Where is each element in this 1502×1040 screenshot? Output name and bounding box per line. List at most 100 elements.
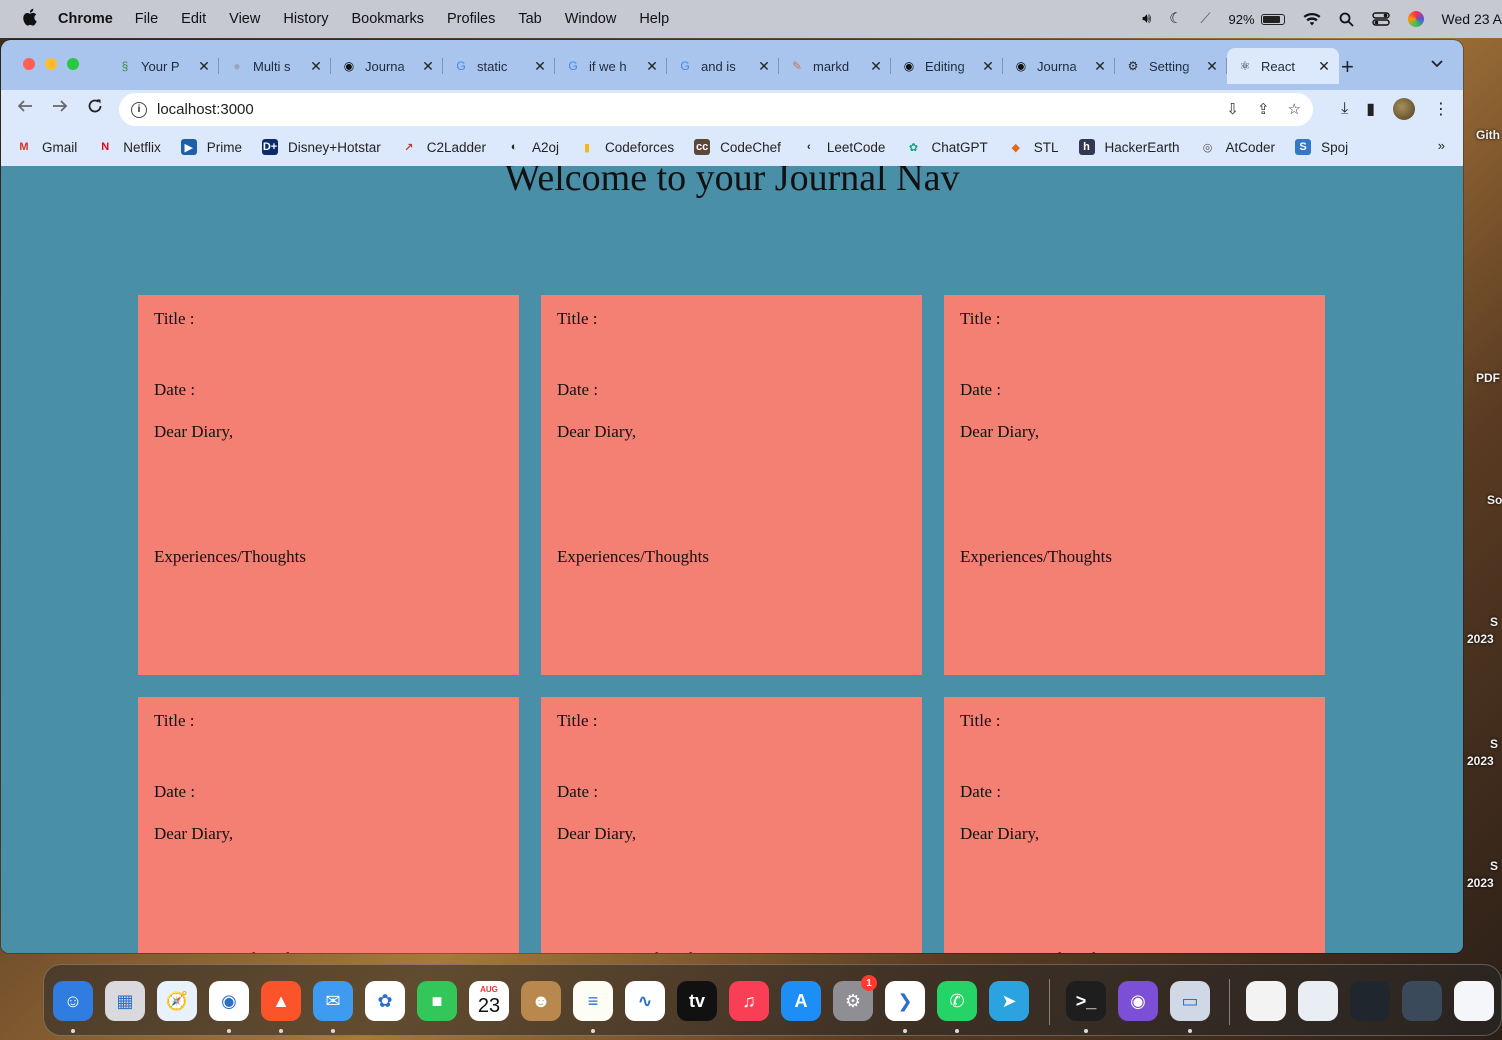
desktop-item-label[interactable]: PDF	[1476, 371, 1500, 385]
journal-card[interactable]: Title : Date : Dear Diary, Experiences/Thou…	[541, 697, 922, 953]
browser-tab[interactable]: § Your P ✕	[107, 48, 219, 84]
tab-close-icon[interactable]: ✕	[645, 58, 659, 75]
browser-tab[interactable]: ✎ markd ✕	[779, 48, 891, 84]
menu-view[interactable]: View	[229, 11, 260, 27]
contacts-icon[interactable]: ☻	[521, 981, 561, 1021]
bookmark-item[interactable]: ‹ LeetCode	[801, 139, 885, 155]
share-icon[interactable]: ⇪	[1257, 100, 1270, 118]
bookmarks-overflow-icon[interactable]: »	[1438, 138, 1445, 153]
browser-tab[interactable]: Gif we h ✕	[555, 48, 667, 84]
site-info-icon[interactable]: i	[131, 101, 147, 118]
calendar-icon[interactable]: AUG 23	[469, 981, 509, 1021]
bookmark-item[interactable]: M Gmail	[16, 139, 77, 155]
recent-window-4-icon[interactable]	[1402, 981, 1442, 1021]
new-tab-button[interactable]: +	[1341, 54, 1354, 80]
mail-icon[interactable]: ✉	[313, 981, 353, 1021]
bluetooth-off-icon[interactable]: ⟋	[1200, 11, 1210, 27]
browser-tab[interactable]: ◉ Editing ✕	[891, 48, 1003, 84]
install-app-icon[interactable]: ⇩	[1226, 100, 1239, 118]
desktop-item-label[interactable]: S	[1490, 615, 1498, 629]
browser-tab[interactable]: Gstatic ✕	[443, 48, 555, 84]
brave-icon[interactable]: ▲	[261, 981, 301, 1021]
telegram-icon[interactable]: ➤	[989, 981, 1029, 1021]
bookmark-item[interactable]: ◎ AtCoder	[1200, 139, 1275, 155]
tab-close-icon[interactable]: ✕	[421, 58, 435, 75]
minimize-window-button[interactable]	[45, 58, 57, 70]
bookmark-item[interactable]: S Spoj	[1295, 139, 1348, 155]
freeform-icon[interactable]: ∿	[625, 981, 665, 1021]
menu-tab[interactable]: Tab	[518, 11, 541, 27]
menu-file[interactable]: File	[135, 11, 158, 27]
bookmark-star-icon[interactable]: ☆	[1288, 100, 1301, 118]
bookmark-item[interactable]: ◐ A2oj	[506, 139, 559, 155]
appletv-icon[interactable]: tv	[677, 981, 717, 1021]
recent-window-2-icon[interactable]	[1298, 981, 1338, 1021]
journal-card[interactable]: Title : Date : Dear Diary, Experiences/Thou…	[138, 697, 519, 953]
back-arrow-icon[interactable]	[14, 98, 36, 119]
reload-icon[interactable]	[84, 98, 106, 119]
bookmark-item[interactable]: ✿ ChatGPT	[905, 139, 988, 155]
browser-tab[interactable]: ◉ Journa ✕	[1003, 48, 1115, 84]
menu-app-name[interactable]: Chrome	[58, 11, 113, 27]
battery-status[interactable]: 92%	[1229, 12, 1285, 27]
volume-icon[interactable]: 🔊︎	[1142, 11, 1151, 27]
zoom-window-button[interactable]	[67, 58, 79, 70]
desktop-item-label[interactable]: So	[1487, 493, 1502, 507]
menu-help[interactable]: Help	[639, 11, 669, 27]
control-center-icon[interactable]	[1371, 12, 1390, 26]
menu-clock[interactable]: Wed 23 A	[1442, 11, 1502, 27]
browser-tab[interactable]: ⚛ React ✕	[1227, 48, 1339, 84]
tab-close-icon[interactable]: ✕	[533, 58, 547, 75]
music-icon[interactable]: ♫	[729, 981, 769, 1021]
journal-card[interactable]: Title : Date : Dear Diary, Experiences/Thou…	[944, 295, 1325, 675]
recent-window-3-icon[interactable]	[1350, 981, 1390, 1021]
desktop-item-label[interactable]: 2023	[1467, 876, 1494, 890]
browser-tab[interactable]: ● Multi s ✕	[219, 48, 331, 84]
launchpad-icon[interactable]: ▦	[105, 981, 145, 1021]
bookmark-item[interactable]: ◆ STL	[1008, 139, 1059, 155]
tab-search-chevron-icon[interactable]	[1431, 56, 1443, 71]
chrome-menu-icon[interactable]: ⋮	[1433, 99, 1449, 119]
side-panel-icon[interactable]: ▮	[1366, 99, 1375, 119]
tab-close-icon[interactable]: ✕	[869, 58, 883, 75]
chrome-icon[interactable]: ◉	[209, 981, 249, 1021]
journal-card[interactable]: Title : Date : Dear Diary, Experiences/Thou…	[944, 697, 1325, 953]
vscode-icon[interactable]: ❯	[885, 981, 925, 1021]
tab-close-icon[interactable]: ✕	[1093, 58, 1107, 75]
appstore-icon[interactable]: A	[781, 981, 821, 1021]
tab-close-icon[interactable]: ✕	[1205, 58, 1219, 75]
journal-card[interactable]: Title : Date : Dear Diary, Experiences/Thou…	[138, 295, 519, 675]
journal-card[interactable]: Title : Date : Dear Diary, Experiences/Thou…	[541, 295, 922, 675]
tab-close-icon[interactable]: ✕	[757, 58, 771, 75]
tab-close-icon[interactable]: ✕	[1317, 58, 1331, 75]
recent-window-1-icon[interactable]	[1246, 981, 1286, 1021]
bookmark-item[interactable]: N Netflix	[97, 139, 161, 155]
bookmark-item[interactable]: ▮ Codeforces	[579, 139, 674, 155]
forward-arrow-icon[interactable]	[49, 98, 71, 119]
tab-close-icon[interactable]: ✕	[309, 58, 323, 75]
siri-icon[interactable]	[1407, 11, 1424, 27]
profile-avatar[interactable]	[1393, 98, 1415, 120]
desktop-item-label[interactable]: S	[1490, 859, 1498, 873]
bookmark-item[interactable]: cc CodeChef	[694, 139, 781, 155]
notes-icon[interactable]: ≡	[573, 981, 613, 1021]
desktop-item-label[interactable]: S	[1490, 737, 1498, 751]
downloads-icon[interactable]: ⤓	[1341, 100, 1348, 118]
focus-moon-icon[interactable]: ☾	[1169, 11, 1182, 27]
bookmark-item[interactable]: h HackerEarth	[1078, 139, 1180, 155]
desktop-item-label[interactable]: Gith	[1476, 128, 1500, 142]
preview-icon[interactable]: ▭	[1170, 981, 1210, 1021]
menu-edit[interactable]: Edit	[181, 11, 206, 27]
menu-profiles[interactable]: Profiles	[447, 11, 495, 27]
safari-icon[interactable]: 🧭	[157, 981, 197, 1021]
spotlight-search-icon[interactable]	[1339, 12, 1354, 27]
menu-history[interactable]: History	[283, 11, 328, 27]
bookmark-item[interactable]: D+ Disney+Hotstar	[262, 139, 381, 155]
finder-icon[interactable]: ☺	[53, 981, 93, 1021]
desktop-item-label[interactable]: 2023	[1467, 754, 1494, 768]
bookmark-item[interactable]: ▶ Prime	[180, 139, 242, 155]
github-desktop-icon[interactable]: ◉	[1118, 981, 1158, 1021]
facetime-icon[interactable]: ■	[417, 981, 457, 1021]
menu-window[interactable]: Window	[565, 11, 617, 27]
browser-tab[interactable]: ⚙ Setting ✕	[1115, 48, 1227, 84]
